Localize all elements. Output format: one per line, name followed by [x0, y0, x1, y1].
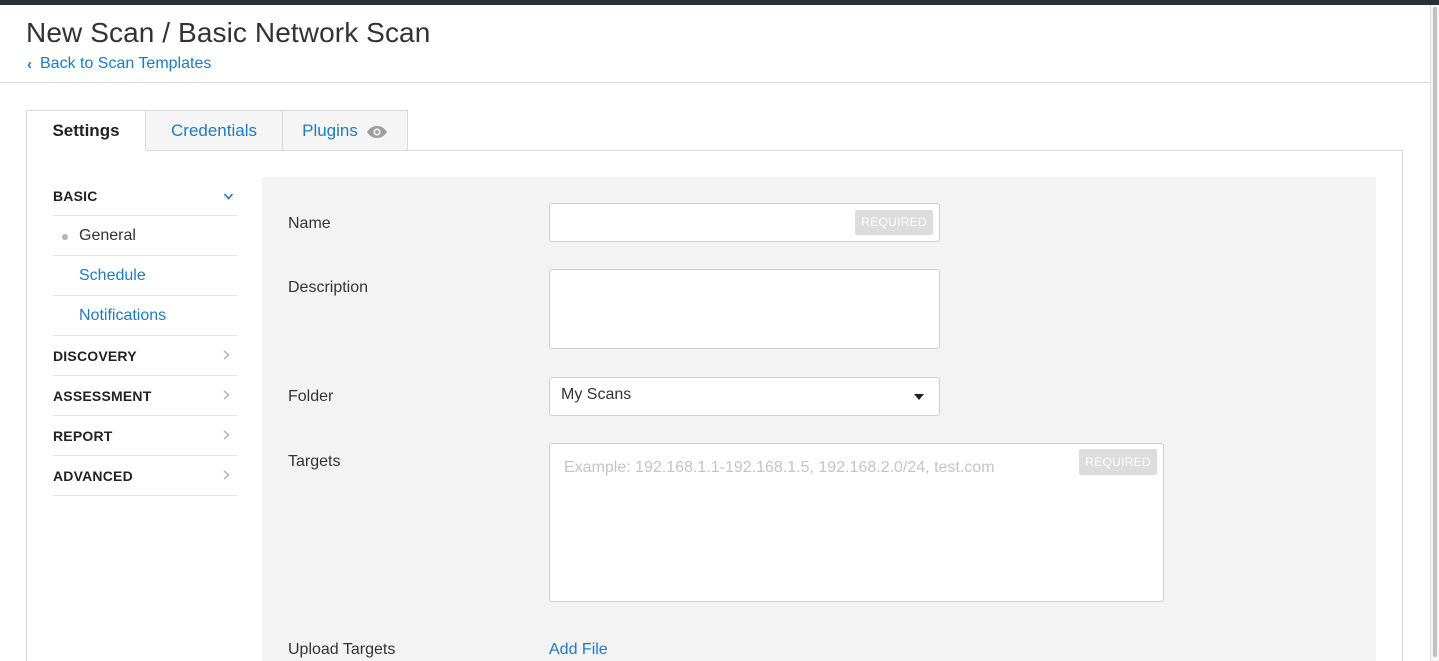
sidebar-section-basic[interactable]: BASIC: [53, 176, 237, 216]
folder-label: Folder: [288, 388, 334, 405]
page-scrollbar[interactable]: [1430, 5, 1439, 661]
chevron-right-icon: [223, 390, 230, 400]
sidebar-item-schedule-label: Schedule: [79, 266, 146, 284]
caret-down-icon: [914, 394, 924, 400]
chevron-right-icon: [223, 350, 230, 360]
header-divider: [0, 82, 1430, 83]
tab-credentials[interactable]: Credentials: [145, 110, 283, 151]
required-badge: REQUIRED: [1079, 449, 1157, 475]
back-link-label: Back to Scan Templates: [40, 55, 212, 72]
upload-targets-label: Upload Targets: [288, 641, 396, 658]
sidebar-item-notifications-label: Notifications: [79, 306, 167, 324]
name-field[interactable]: REQUIRED: [549, 203, 940, 242]
tab-plugins[interactable]: Plugins: [282, 110, 408, 151]
description-label: Description: [288, 279, 369, 296]
sidebar-section-report[interactable]: REPORT: [53, 416, 237, 456]
scrollbar-thumb[interactable]: [1433, 7, 1437, 657]
sidebar-section-discovery-label: DISCOVERY: [53, 347, 137, 364]
sidebar-section-discovery[interactable]: DISCOVERY: [53, 336, 237, 376]
tab-plugins-label: Plugins: [302, 120, 358, 140]
chevron-down-icon: [223, 193, 234, 200]
back-to-templates-link[interactable]: ‹ Back to Scan Templates: [27, 55, 211, 73]
description-field[interactable]: [549, 269, 940, 349]
active-item-dot: [62, 234, 68, 240]
page-title: New Scan / Basic Network Scan: [26, 17, 431, 48]
scan-tabs: Settings Credentials Plugins: [26, 110, 408, 151]
sidebar-section-advanced-label: ADVANCED: [53, 467, 133, 484]
chevron-right-icon: [223, 470, 230, 480]
sidebar-item-schedule[interactable]: Schedule: [53, 256, 237, 296]
folder-selected-value: My Scans: [561, 386, 632, 403]
targets-field[interactable]: Example: 192.168.1.1-192.168.1.5, 192.16…: [549, 443, 1164, 602]
sidebar-section-basic-label: BASIC: [53, 187, 98, 204]
settings-sidebar: BASIC General Schedule Notifications DIS…: [53, 176, 237, 496]
targets-label: Targets: [288, 453, 341, 470]
folder-select[interactable]: My Scans: [549, 377, 940, 416]
chevron-left-icon: ‹: [27, 55, 32, 73]
top-strip: [0, 0, 1439, 5]
sidebar-item-general-label: General: [79, 226, 136, 244]
sidebar-section-report-label: REPORT: [53, 427, 113, 444]
targets-placeholder: Example: 192.168.1.1-192.168.1.5, 192.16…: [564, 459, 995, 476]
sidebar-section-advanced[interactable]: ADVANCED: [53, 456, 237, 496]
required-badge: REQUIRED: [855, 210, 933, 235]
sidebar-section-assessment-label: ASSESSMENT: [53, 387, 152, 404]
sidebar-item-notifications[interactable]: Notifications: [53, 296, 237, 336]
sidebar-item-general[interactable]: General: [53, 216, 237, 256]
sidebar-section-assessment[interactable]: ASSESSMENT: [53, 376, 237, 416]
chevron-right-icon: [223, 430, 230, 440]
tab-settings[interactable]: Settings: [26, 110, 146, 151]
name-label: Name: [288, 215, 331, 232]
add-file-link[interactable]: Add File: [549, 641, 608, 659]
tab-settings-label: Settings: [52, 120, 120, 140]
tab-credentials-label: Credentials: [171, 120, 257, 140]
eye-icon: [366, 124, 388, 138]
